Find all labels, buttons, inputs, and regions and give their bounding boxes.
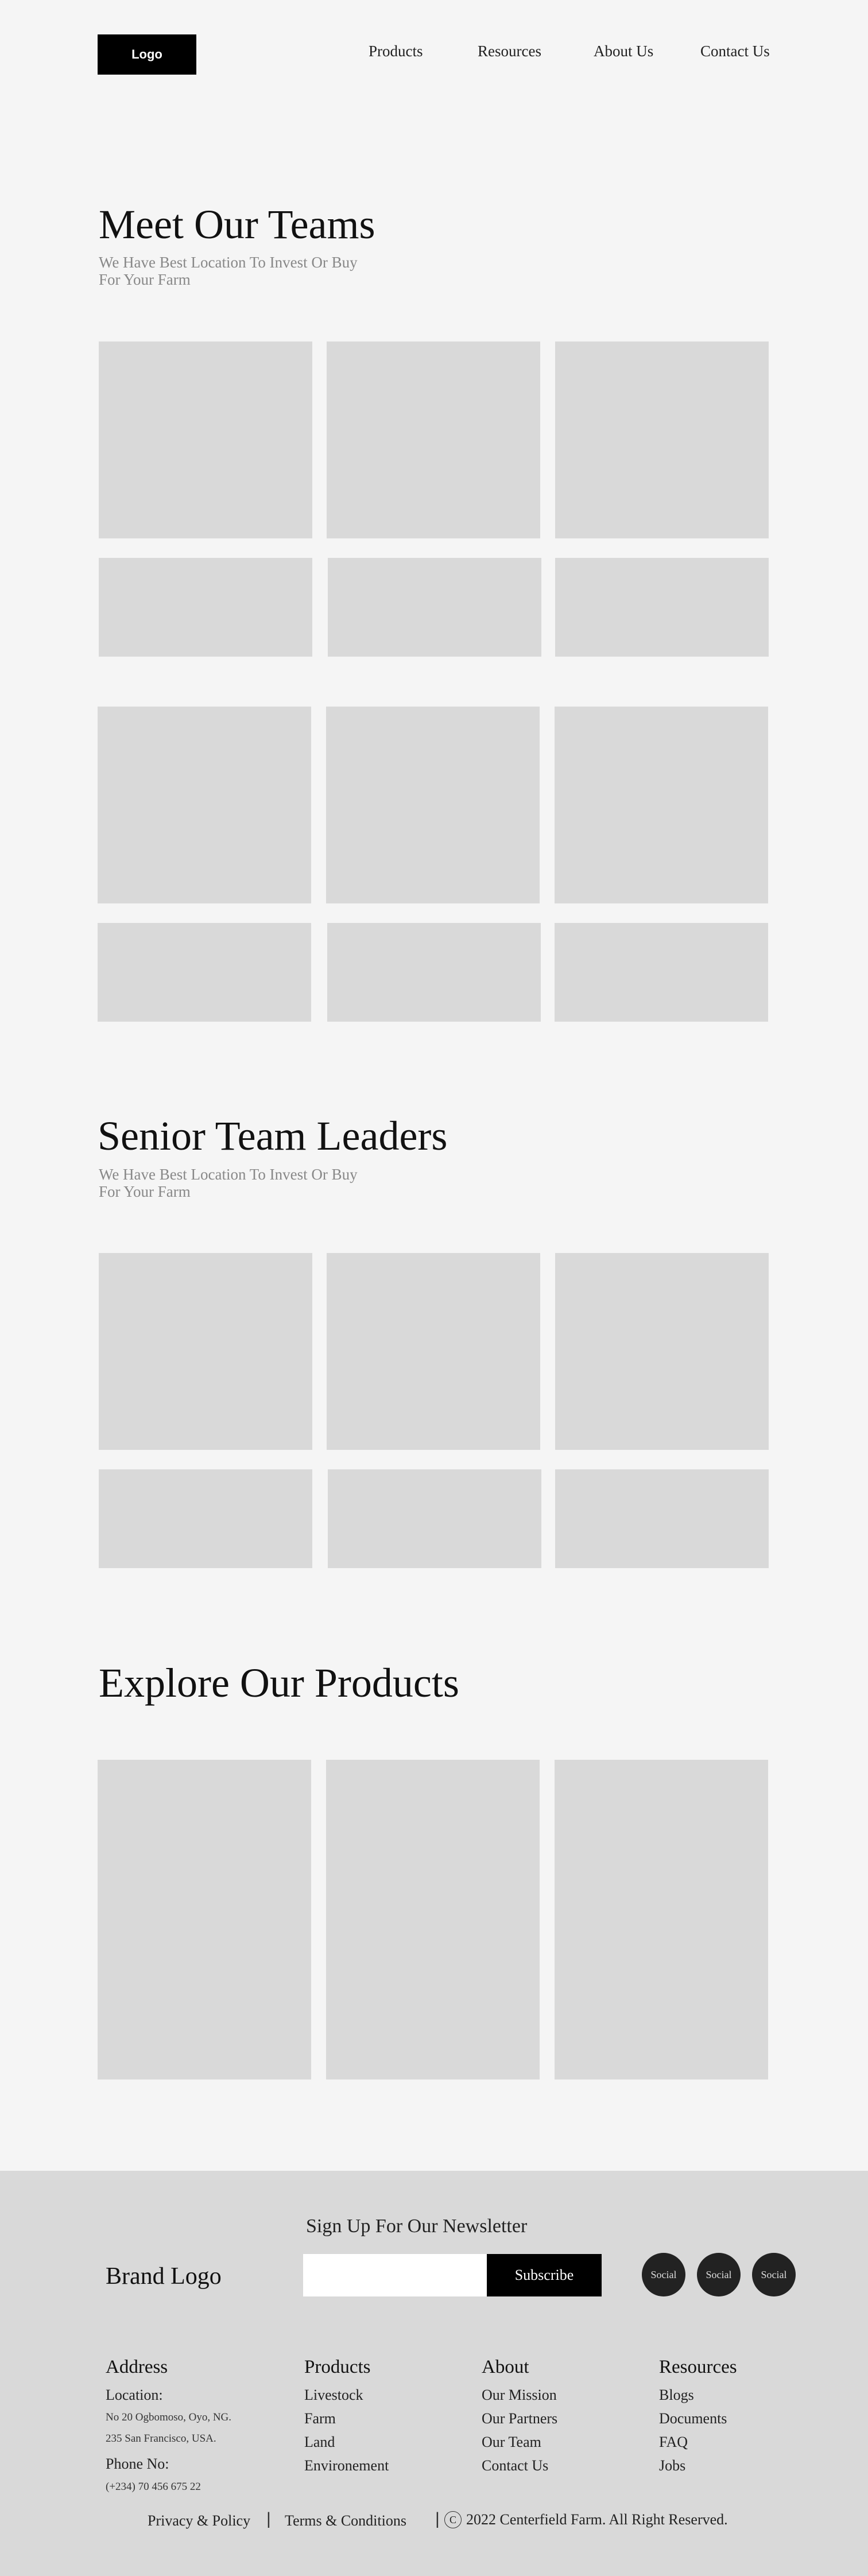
team-card-footer[interactable] [98, 923, 311, 1022]
footer-link-our-mission[interactable]: Our Mission [482, 2387, 557, 2404]
footer-link-our-partners[interactable]: Our Partners [482, 2410, 557, 2427]
nav-resources[interactable]: Resources [478, 42, 541, 60]
footer-link-jobs[interactable]: Jobs [659, 2457, 685, 2474]
footer-link-farm[interactable]: Farm [304, 2410, 336, 2427]
footer-products-title: Products [304, 2357, 371, 2377]
leader-card-footer[interactable] [555, 1469, 769, 1568]
leader-card[interactable] [99, 1253, 312, 1450]
nav-about-us[interactable]: About Us [594, 42, 653, 60]
team-card-footer[interactable] [328, 558, 541, 657]
team-card[interactable] [98, 707, 311, 903]
team-card-footer[interactable] [555, 923, 768, 1022]
footer-link-environement[interactable]: Environement [304, 2457, 389, 2474]
privacy-policy-link[interactable]: Privacy & Policy [148, 2512, 250, 2530]
teams-title: Meet Our Teams [99, 201, 375, 247]
divider: | [435, 2509, 440, 2528]
team-card[interactable] [99, 342, 312, 538]
nav-contact-us[interactable]: Contact Us [700, 42, 770, 60]
copyright-text: 2022 Centerfield Farm. All Right Reserve… [466, 2511, 728, 2528]
footer-link-livestock[interactable]: Livestock [304, 2387, 363, 2404]
phone-label: Phone No: [106, 2455, 169, 2472]
footer-link-contact-us[interactable]: Contact Us [482, 2457, 548, 2474]
leaders-subtitle: We Have Best Location To Invest Or Buy F… [99, 1166, 358, 1200]
newsletter-title: Sign Up For Our Newsletter [306, 2216, 528, 2237]
address-title: Address [106, 2357, 168, 2377]
newsletter-email-input[interactable] [303, 2254, 487, 2296]
copyright-icon: C [444, 2511, 462, 2528]
social-icon[interactable]: Social [697, 2253, 741, 2296]
terms-conditions-link[interactable]: Terms & Conditions [285, 2512, 406, 2530]
location-line1: No 20 Ogbomoso, Oyo, NG. [106, 2411, 232, 2423]
footer-link-documents[interactable]: Documents [659, 2410, 727, 2427]
leader-card[interactable] [555, 1253, 769, 1450]
leader-card-footer[interactable] [99, 1469, 312, 1568]
product-card[interactable] [98, 1760, 311, 2080]
team-card-footer[interactable] [99, 558, 312, 657]
footer-link-blogs[interactable]: Blogs [659, 2387, 694, 2404]
location-label: Location: [106, 2387, 163, 2403]
social-icon[interactable]: Social [642, 2253, 685, 2296]
leader-card[interactable] [327, 1253, 540, 1450]
phone-number: (+234) 70 456 675 22 [106, 2481, 201, 2493]
team-card-footer[interactable] [555, 558, 769, 657]
footer-about-title: About [482, 2357, 529, 2377]
nav-products[interactable]: Products [369, 42, 423, 60]
team-card[interactable] [555, 707, 768, 903]
location-line2: 235 San Francisco, USA. [106, 2433, 216, 2445]
teams-subtitle: We Have Best Location To Invest Or Buy F… [99, 254, 358, 288]
footer-resources-title: Resources [659, 2357, 737, 2377]
divider: | [266, 2509, 271, 2528]
footer-link-land[interactable]: Land [304, 2434, 335, 2451]
subscribe-button[interactable]: Subscribe [487, 2254, 602, 2296]
leaders-title: Senior Team Leaders [98, 1113, 448, 1159]
footer-link-our-team[interactable]: Our Team [482, 2434, 541, 2451]
team-card-footer[interactable] [327, 923, 541, 1022]
brand-logo[interactable]: Brand Logo [106, 2263, 222, 2290]
logo[interactable]: Logo [98, 34, 196, 75]
footer-link-faq[interactable]: FAQ [659, 2434, 688, 2451]
product-card[interactable] [326, 1760, 540, 2080]
team-card[interactable] [326, 707, 540, 903]
leader-card-footer[interactable] [328, 1469, 541, 1568]
products-title: Explore Our Products [99, 1660, 459, 1706]
copyright: C 2022 Centerfield Farm. All Right Reser… [444, 2511, 728, 2528]
social-icon[interactable]: Social [752, 2253, 796, 2296]
team-card[interactable] [327, 342, 540, 538]
product-card[interactable] [555, 1760, 768, 2080]
team-card[interactable] [555, 342, 769, 538]
